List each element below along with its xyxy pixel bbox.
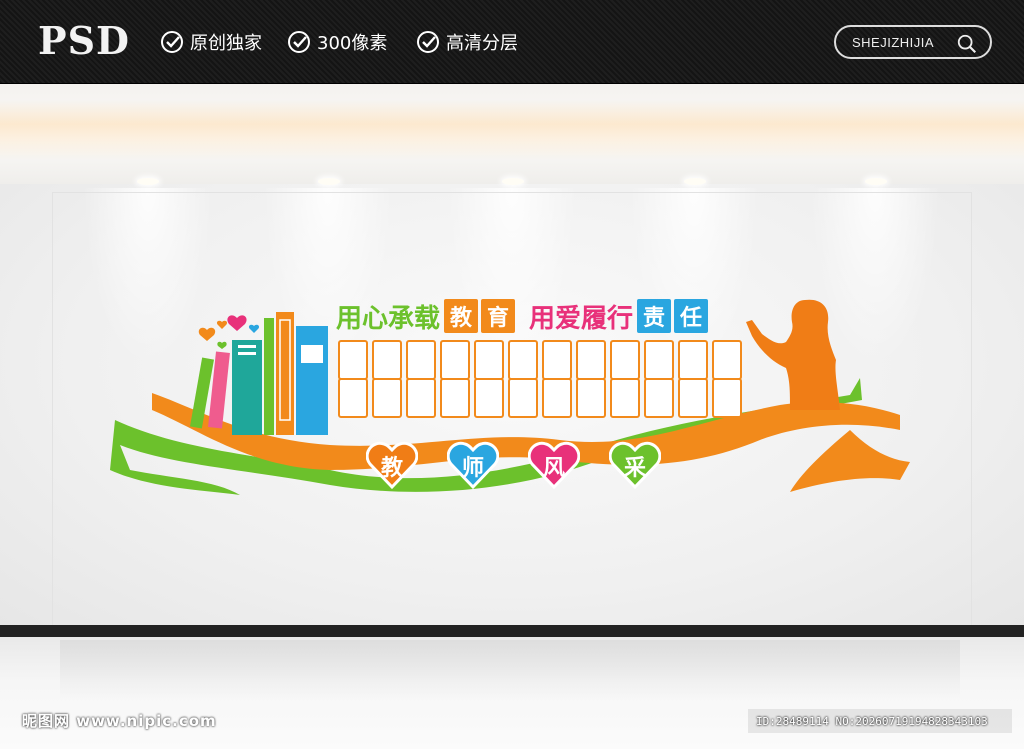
photo-frame — [576, 378, 606, 418]
photo-frame — [508, 340, 538, 380]
scene: PSD 原创独家 300像素 高清分层 SHEJIZHIJIA 用心承载 教 育… — [0, 0, 1024, 749]
photo-frame — [576, 340, 606, 380]
watermark-id: ID:28489114 NO:20260719194828343103 — [748, 709, 1012, 733]
slogan-tag: 责 — [637, 299, 672, 333]
heart-decor — [248, 324, 260, 333]
photo-frame — [338, 340, 368, 380]
slogan-part2: 用爱履行 — [529, 303, 634, 334]
book-label — [301, 345, 323, 363]
book-orange — [276, 312, 294, 435]
photo-frame — [474, 378, 504, 418]
photo-frame — [508, 378, 538, 418]
watermark-site: 昵图网 www.nipic.com — [22, 712, 217, 730]
photo-frame — [542, 378, 572, 418]
photo-frame — [610, 378, 640, 418]
slogan-part1: 用心承载 — [336, 303, 441, 334]
heart-char: 师 — [461, 456, 484, 481]
slogan-tag: 育 — [481, 299, 516, 333]
photo-frame — [712, 340, 742, 380]
teacher-silhouette — [746, 299, 840, 410]
photo-frame — [678, 340, 708, 380]
heart-char: 风 — [542, 456, 565, 481]
slogan-tag: 教 — [444, 299, 479, 333]
book-stripe — [238, 352, 256, 355]
photo-frame — [610, 340, 640, 380]
photo-frame — [372, 340, 402, 380]
orange-ribbon-tail — [790, 430, 910, 492]
heart-char: 采 — [623, 456, 646, 481]
book-green-tall — [264, 318, 274, 435]
book-blue — [296, 326, 328, 435]
photo-frame — [440, 340, 470, 380]
photo-frame — [712, 378, 742, 418]
photo-frame — [644, 378, 674, 418]
photo-frame — [406, 378, 436, 418]
photo-frame — [542, 340, 572, 380]
slogan: 用心承载 教 育 用爱履行 责 任 — [336, 298, 709, 334]
heart-decor — [227, 315, 247, 331]
photo-frame — [372, 378, 402, 418]
heart-decor — [217, 341, 227, 349]
heart-char: 教 — [380, 456, 403, 481]
photo-frame — [678, 378, 708, 418]
photo-frame — [440, 378, 470, 418]
photo-frame — [406, 340, 436, 380]
photo-frame — [474, 340, 504, 380]
heart-decor — [198, 327, 216, 341]
photo-frame — [644, 340, 674, 380]
heart-decor — [216, 320, 228, 329]
photo-frame — [338, 378, 368, 418]
slogan-tag: 任 — [674, 299, 709, 333]
book-stripe — [238, 345, 256, 348]
